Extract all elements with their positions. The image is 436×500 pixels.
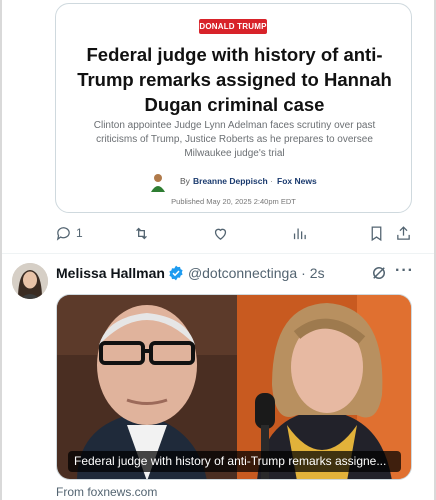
byline-separator: · [270,176,273,186]
header-separator: · [301,265,306,281]
tweet-header: Melissa Hallman @dotconnectinga · 2s [56,263,325,283]
left-frame-border [0,0,2,500]
share-button[interactable] [395,222,412,244]
avatar[interactable] [12,263,48,299]
article-headline[interactable]: Federal judge with history of anti-Trump… [74,42,395,117]
article-dek: Clinton appointee Judge Lynn Adelman fac… [93,120,376,159]
author-link[interactable]: Breanne Deppisch [193,176,268,186]
display-name[interactable]: Melissa Hallman [56,265,165,281]
published-date: Published May 20, 2025 2:40pm EDT [171,197,296,206]
retweet-button[interactable] [133,222,150,244]
retweet-icon [136,227,147,239]
more-options-icon[interactable]: ··· [395,263,413,282]
byline-prefix: By [180,176,190,186]
bookmark-icon [371,225,382,241]
bookmark-button[interactable] [368,222,385,244]
reply-icon [56,226,70,241]
profile-photo-icon [12,263,48,299]
user-handle[interactable]: @dotconnectinga [188,265,297,281]
link-preview-card[interactable]: Federal judge with history of anti-Trump… [56,294,412,480]
share-icon [397,225,410,240]
like-button[interactable] [212,222,229,244]
link-source[interactable]: From foxnews.com [56,485,157,499]
tweet-divider [2,253,434,254]
media-caption: Federal judge with history of anti-Trump… [68,451,401,472]
verified-badge-icon [169,265,183,281]
category-badge[interactable]: DONALD TRUMP [199,19,267,34]
tweet-timestamp[interactable]: 2s [310,265,325,281]
like-icon [214,228,227,240]
reply-button[interactable]: 1 [55,222,83,244]
byline: By Breanne Deppisch · Fox News [56,172,411,192]
grok-icon[interactable] [370,264,388,282]
views-icon [293,228,306,239]
tweet-action-bar: 1 [55,222,415,244]
outlet-link[interactable]: Fox News [277,176,317,186]
article-card[interactable]: DONALD TRUMP Federal judge with history … [55,3,412,213]
views-button[interactable] [291,222,308,244]
author-avatar-icon [151,174,165,192]
reply-count: 1 [76,226,83,240]
